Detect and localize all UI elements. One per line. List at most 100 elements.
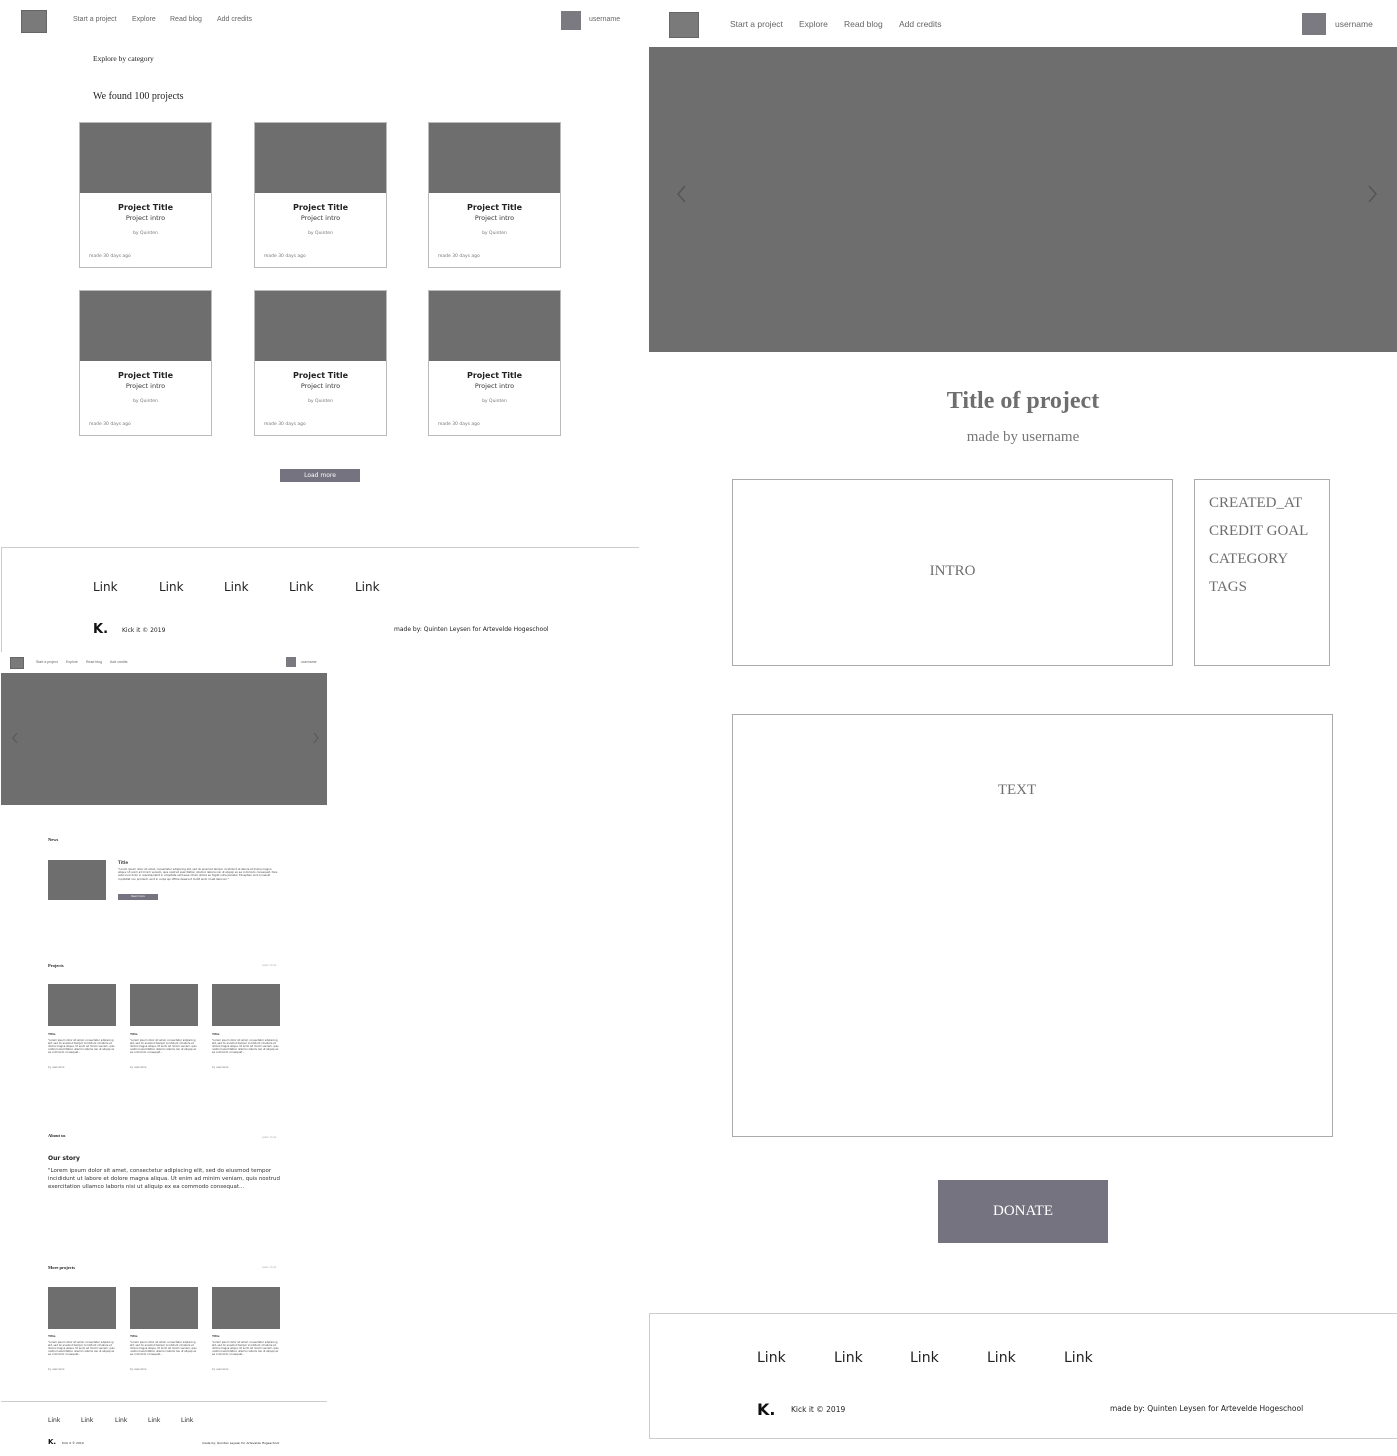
footer-link[interactable]: Link [81, 1417, 93, 1424]
footer-logo[interactable]: K. [48, 1438, 56, 1446]
project-image[interactable] [48, 984, 116, 1026]
avatar[interactable] [286, 657, 296, 667]
nav-read-blog[interactable]: Read blog [86, 660, 102, 664]
chevron-left-icon[interactable] [11, 732, 19, 744]
nav-add-credits[interactable]: Add credits [110, 660, 128, 664]
project-date: made 30 days ago [264, 254, 306, 259]
read-more-button[interactable]: Read more [118, 894, 158, 900]
footer-link[interactable]: Link [159, 580, 184, 594]
about-see-more-link[interactable]: Learn more [262, 1136, 276, 1139]
logo-placeholder[interactable] [669, 12, 699, 38]
project-image[interactable] [130, 984, 198, 1026]
footer-link[interactable]: Link [93, 580, 118, 594]
hero-carousel[interactable] [649, 47, 1397, 352]
project-title: Project Title [466, 203, 522, 212]
hero-carousel[interactable] [1, 673, 327, 805]
project-title: Title [130, 1334, 138, 1338]
category-label[interactable]: Explore by category [93, 54, 154, 63]
meta-category: CATEGORY [1209, 551, 1289, 567]
project-image [255, 123, 386, 193]
footer-link[interactable]: Link [115, 1417, 127, 1424]
chevron-right-icon[interactable] [1367, 184, 1379, 204]
project-intro: Project intro [125, 382, 166, 390]
footer-link[interactable]: Link [834, 1350, 863, 1366]
news-title: Title [118, 860, 129, 865]
chevron-left-icon[interactable] [675, 184, 687, 204]
project-author: by Quinten [482, 399, 507, 404]
project-image [80, 123, 211, 193]
nav-add-credits[interactable]: Add credits [217, 16, 252, 23]
nav-start-project[interactable]: Start a project [730, 19, 783, 29]
nav-explore[interactable]: Explore [132, 16, 156, 23]
project-image[interactable] [212, 1287, 280, 1329]
footer-link[interactable]: Link [355, 580, 380, 594]
footer-copyright: Kick it © 2019 [62, 1441, 84, 1445]
news-image [48, 860, 106, 900]
project-intro: Project intro [300, 382, 341, 390]
news-heading: News [48, 837, 59, 842]
project-card[interactable]: Project Title Project intro by Quinten m… [428, 290, 561, 436]
project-image [255, 291, 386, 361]
footer-left-border [1, 547, 2, 652]
nav-read-blog[interactable]: Read blog [170, 16, 202, 23]
donate-button[interactable]: DONATE [938, 1180, 1108, 1243]
project-author: by Quinten [133, 231, 158, 236]
project-card[interactable]: Project Title Project intro by Quinten m… [79, 290, 212, 436]
logo-placeholder[interactable] [21, 10, 47, 33]
meta-created-at: CREATED_AT [1209, 495, 1303, 511]
text-box [732, 714, 1333, 1137]
footer-credit: made by: Quinten Leysen for Artevelde Ho… [202, 1441, 280, 1445]
footer-link[interactable]: Link [224, 580, 249, 594]
project-image [80, 291, 211, 361]
footer-link[interactable]: Link [181, 1417, 193, 1424]
footer-box [649, 1313, 1397, 1439]
footer-link[interactable]: Link [910, 1350, 939, 1366]
more-see-more-link[interactable]: Learn more [262, 1266, 276, 1269]
nav-explore[interactable]: Explore [66, 660, 78, 664]
project-image[interactable] [130, 1287, 198, 1329]
footer-credit: made by: Quinten Leysen for Artevelde Ho… [394, 626, 549, 633]
project-date: made 30 days ago [264, 422, 306, 427]
footer-divider [1, 1401, 327, 1402]
project-title: Project Title [292, 371, 348, 380]
project-card[interactable]: Project Title Project intro by Quinten m… [79, 122, 212, 268]
footer-link[interactable]: Link [148, 1417, 160, 1424]
nav-read-blog[interactable]: Read blog [844, 19, 883, 29]
chevron-right-icon[interactable] [312, 732, 320, 744]
project-intro: Project intro [125, 214, 166, 222]
project-intro: Project intro [474, 214, 515, 222]
project-card[interactable]: Project Title Project intro by Quinten m… [254, 122, 387, 268]
username-label[interactable]: username [1335, 19, 1373, 29]
project-image[interactable] [48, 1287, 116, 1329]
project-card[interactable]: Project Title Project intro by Quinten m… [254, 290, 387, 436]
footer-logo[interactable]: K. [93, 622, 108, 637]
nav-explore[interactable]: Explore [799, 19, 828, 29]
project-author: by username [130, 1368, 147, 1371]
footer-link[interactable]: Link [289, 580, 314, 594]
footer-copyright: Kick it © 2019 [122, 627, 166, 634]
logo-placeholder[interactable] [10, 657, 24, 669]
projects-see-more-link[interactable]: Learn more [262, 964, 276, 967]
avatar[interactable] [561, 11, 581, 30]
nav-start-project[interactable]: Start a project [36, 660, 58, 664]
footer-link[interactable]: Link [48, 1417, 60, 1424]
username-label[interactable]: username [589, 16, 620, 23]
nav-add-credits[interactable]: Add credits [899, 19, 942, 29]
load-more-button[interactable]: Load more [280, 469, 360, 482]
footer-link[interactable]: Link [987, 1350, 1016, 1366]
project-text: "Lorem ipsum dolor sit amet, consectetur… [48, 1341, 115, 1356]
footer-link[interactable]: Link [757, 1350, 786, 1366]
project-image[interactable] [212, 984, 280, 1026]
nav-start-project[interactable]: Start a project [73, 16, 117, 23]
project-text: "Lorem ipsum dolor sit amet, consectetur… [130, 1039, 197, 1054]
username-label[interactable]: username [301, 660, 317, 664]
project-text: "Lorem ipsum dolor sit amet, consectetur… [212, 1039, 279, 1054]
project-author: by username [48, 1368, 65, 1371]
project-title: Project Title [292, 203, 348, 212]
footer-logo[interactable]: K. [757, 1400, 775, 1419]
project-title: Project Title [117, 371, 173, 380]
footer-link[interactable]: Link [1064, 1350, 1093, 1366]
project-image [429, 291, 560, 361]
avatar[interactable] [1302, 13, 1326, 35]
project-card[interactable]: Project Title Project intro by Quinten m… [428, 122, 561, 268]
